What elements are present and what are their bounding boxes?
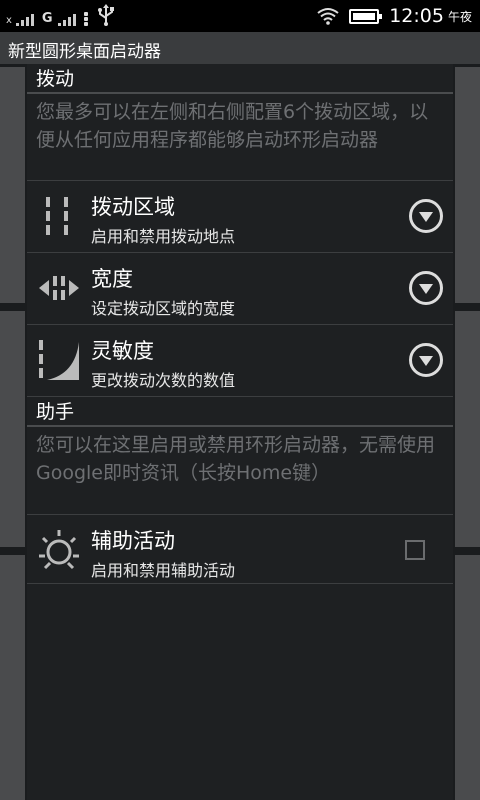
status-left: x G — [6, 4, 116, 26]
setting-assist-activity[interactable]: 辅助活动 启用和禁用辅助活动 — [27, 514, 453, 584]
usb-icon — [97, 4, 114, 26]
swipe-zones-icon — [46, 197, 68, 235]
chevron-down-icon[interactable] — [409, 199, 443, 233]
clock-ampm: 午夜 — [447, 9, 472, 24]
signal-label: x — [6, 15, 12, 26]
signal-icon: x — [6, 10, 34, 26]
setting-summary: 更改拨动次数的数值 — [91, 371, 236, 390]
setting-summary: 启用和禁用辅助活动 — [91, 561, 236, 580]
wifi-icon — [317, 8, 339, 25]
signal-icon: G — [42, 10, 76, 26]
setting-summary: 启用和禁用拨动地点 — [91, 227, 236, 246]
category-title: 拨动 — [27, 64, 453, 94]
assist-activity-icon — [39, 530, 79, 570]
width-icon — [39, 276, 79, 300]
clock-time: 12:05 — [389, 5, 444, 27]
category-description: 您可以在这里启用或禁用环形启动器，无需使用Google即时资讯（长按Home键） — [36, 434, 436, 484]
battery-icon — [349, 8, 383, 24]
setting-title: 宽度 — [91, 267, 133, 291]
setting-swipe-zones[interactable]: 拨动区域 启用和禁用拨动地点 — [27, 180, 453, 250]
right-swipe-zone-preview — [455, 555, 480, 800]
setting-summary: 设定拨动区域的宽度 — [91, 299, 236, 318]
right-swipe-zone-preview — [455, 67, 480, 303]
app-title: 新型圆形桌面启动器 — [8, 42, 161, 62]
settings-list[interactable]: 拨动 您最多可以在左侧和右侧配置6个拨动区域，以便从任何应用程序都能够启动环形启… — [27, 64, 453, 800]
status-bar: x G 12:05 午夜 — [0, 0, 480, 32]
left-swipe-zone-preview — [0, 67, 25, 303]
assist-activity-checkbox[interactable] — [405, 540, 425, 560]
category-assistant: 助手 您可以在这里启用或禁用环形启动器，无需使用Google即时资讯（长按Hom… — [27, 396, 453, 487]
category-title: 助手 — [27, 397, 453, 427]
left-swipe-zone-preview — [0, 555, 25, 800]
category-description: 您最多可以在左侧和右侧配置6个拨动区域，以便从任何应用程序都能够启动环形启动器 — [36, 101, 429, 151]
setting-sensitivity[interactable]: 灵敏度 更改拨动次数的数值 — [27, 324, 453, 394]
chevron-down-icon[interactable] — [409, 343, 443, 377]
status-right: 12:05 午夜 — [317, 4, 472, 28]
chevron-down-icon[interactable] — [409, 271, 443, 305]
right-swipe-zone-preview — [455, 311, 480, 547]
setting-title: 灵敏度 — [91, 339, 154, 363]
app-title-bar: 新型圆形桌面启动器 — [0, 32, 480, 64]
setting-title: 拨动区域 — [91, 195, 175, 219]
category-swipe: 拨动 您最多可以在左侧和右侧配置6个拨动区域，以便从任何应用程序都能够启动环形启… — [27, 64, 453, 154]
signal-label: G — [41, 11, 53, 26]
sensitivity-icon — [39, 340, 79, 380]
left-swipe-zone-preview — [0, 311, 25, 547]
menu-dots-icon — [83, 12, 88, 26]
setting-width[interactable]: 宽度 设定拨动区域的宽度 — [27, 252, 453, 322]
setting-title: 辅助活动 — [91, 529, 175, 553]
